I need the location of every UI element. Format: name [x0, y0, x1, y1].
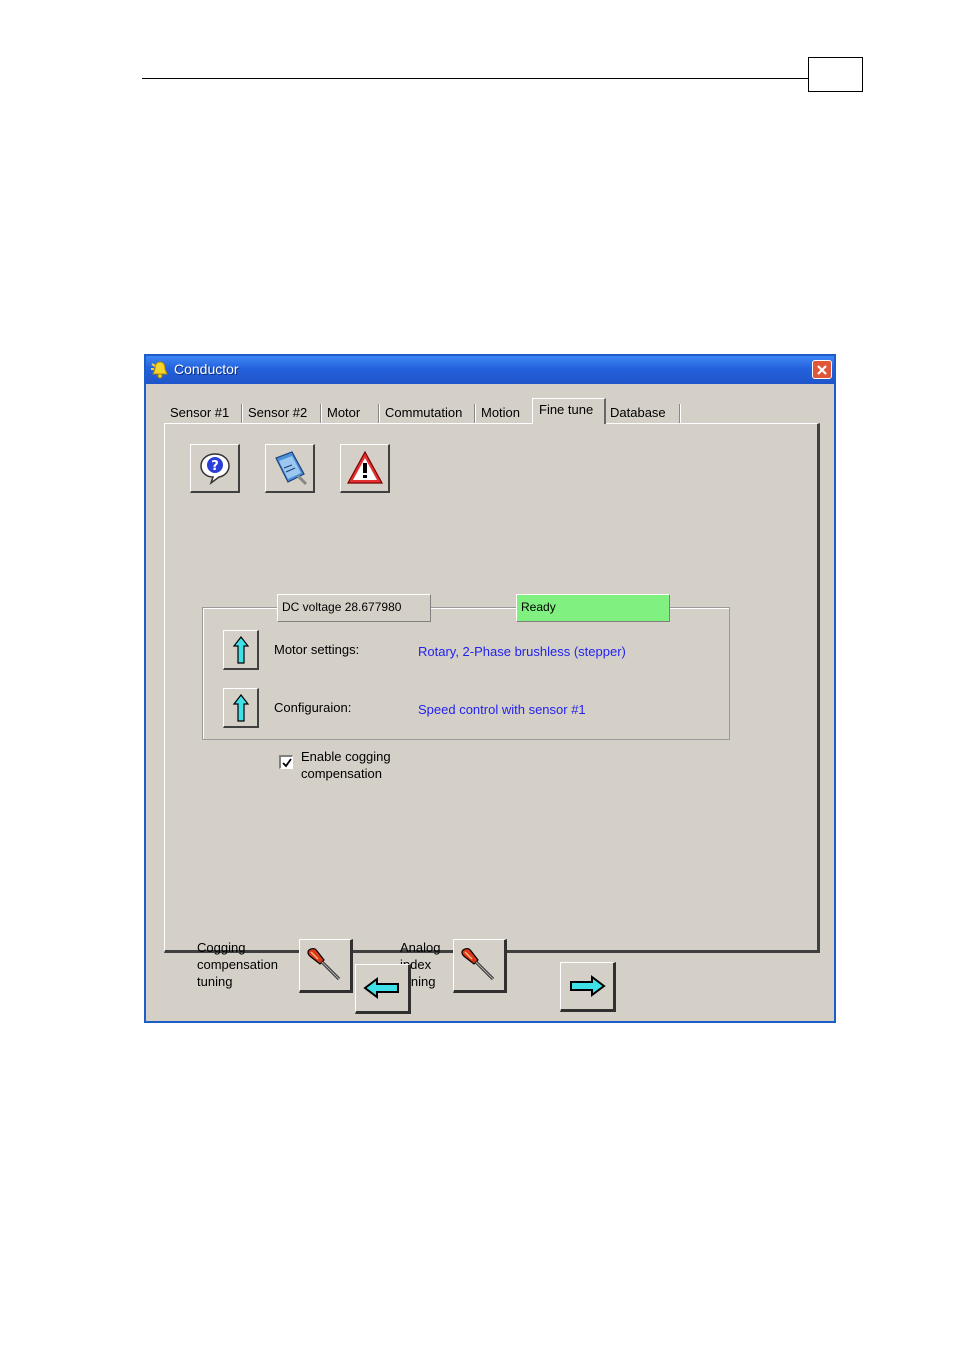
tab-separator [474, 404, 476, 423]
fine-tune-panel: ? DC voltage 28.677980 Ready Motor setti… [164, 423, 820, 993]
arrow-left-icon [363, 977, 399, 999]
tab-separator [241, 404, 243, 423]
tab-motor[interactable]: Motor [327, 402, 360, 424]
dc-voltage-display: DC voltage 28.677980 [277, 594, 431, 622]
warning-button[interactable] [340, 444, 390, 493]
cogging-tuning-button[interactable] [299, 939, 353, 993]
cogging-checkbox[interactable] [279, 755, 293, 769]
tab-sensor-2[interactable]: Sensor #2 [248, 402, 307, 424]
status-badge: Ready [516, 594, 670, 622]
conductor-window: Conductor Sensor #1 Sensor #2 Motor Comm… [144, 354, 836, 1023]
tab-separator [679, 404, 681, 423]
motor-settings-label: Motor settings: [274, 642, 360, 657]
check-icon [281, 757, 292, 767]
tab-separator [320, 404, 322, 423]
tab-commutation[interactable]: Commutation [385, 402, 462, 424]
page-number-box [808, 57, 863, 92]
tab-fine-tune[interactable]: Fine tune [539, 399, 593, 421]
next-button[interactable] [560, 962, 616, 1012]
close-icon [817, 364, 827, 375]
configuration-button[interactable] [223, 688, 259, 728]
configuration-label: Configuraion: [274, 700, 352, 715]
tab-sensor-1[interactable]: Sensor #1 [170, 402, 229, 424]
back-button[interactable] [355, 964, 411, 1014]
manual-icon [274, 451, 307, 486]
screwdriver-icon [461, 948, 495, 981]
window-title: Conductor [174, 361, 239, 377]
tab-separator [378, 404, 380, 423]
warning-icon [346, 450, 383, 484]
cogging-tuning-label: Cogging compensation tuning [197, 940, 278, 989]
arrow-right-icon [570, 975, 606, 997]
configuration-value[interactable]: Speed control with sensor #1 [418, 702, 586, 717]
help-icon: ? [199, 453, 230, 486]
screwdriver-icon [307, 948, 341, 981]
tab-database[interactable]: Database [610, 402, 666, 424]
tab-motion[interactable]: Motion [481, 402, 520, 424]
motor-settings-value[interactable]: Rotary, 2-Phase brushless (stepper) [418, 644, 626, 659]
svg-text:?: ? [211, 459, 219, 474]
arrow-up-icon [232, 693, 249, 722]
manual-button[interactable] [265, 444, 315, 493]
motor-settings-button[interactable] [223, 630, 259, 670]
arrow-up-icon [232, 635, 249, 664]
cogging-checkbox-label: Enable cogging compensation [301, 749, 391, 781]
close-button[interactable] [812, 360, 832, 379]
bell-icon [150, 360, 170, 380]
analog-tuning-button[interactable] [453, 939, 507, 993]
help-button[interactable]: ? [190, 444, 240, 493]
settings-group [202, 607, 730, 740]
title-bar[interactable]: Conductor [146, 356, 834, 384]
page-header-rule [142, 78, 809, 79]
